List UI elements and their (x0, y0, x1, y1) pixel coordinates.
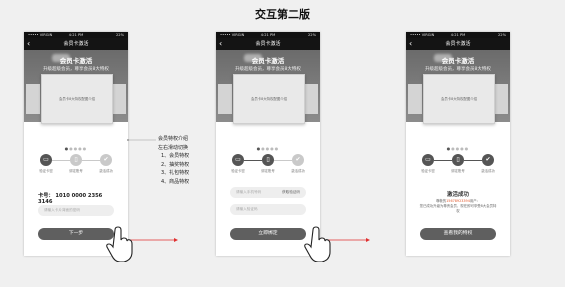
annotation-leader-dot (127, 139, 129, 141)
hand-pointer-icon (106, 226, 134, 262)
flow-arrow-1-head (174, 238, 178, 242)
flow-arrows (127, 139, 370, 242)
flow-arrow-2-head (366, 238, 370, 242)
hand-pointer-icon (304, 226, 332, 262)
